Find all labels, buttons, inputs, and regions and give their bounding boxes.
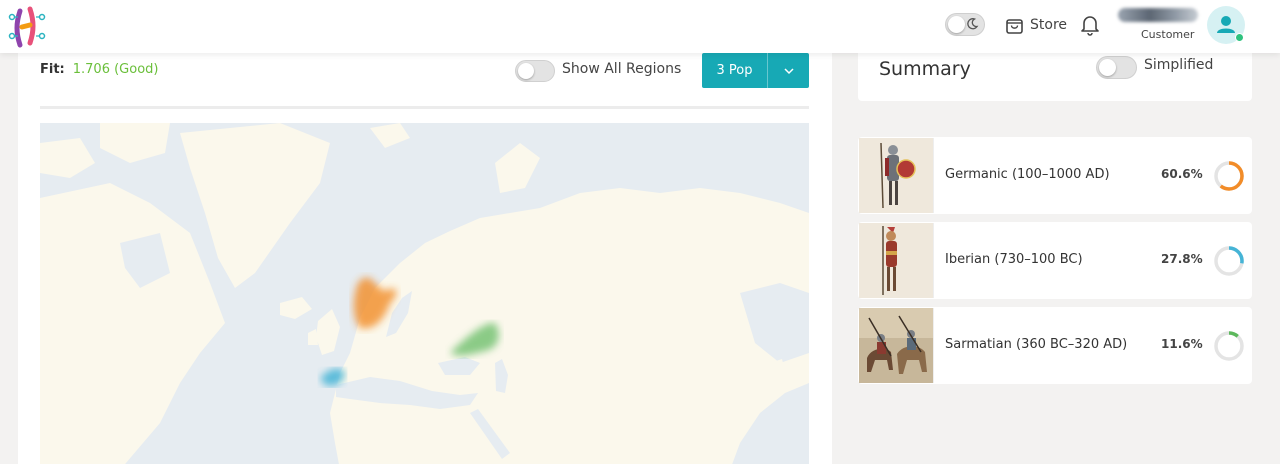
population-name: Iberian (730–100 BC) xyxy=(945,252,1083,267)
show-all-regions-toggle[interactable] xyxy=(515,60,555,82)
landmass-novaya-zemlya xyxy=(495,143,540,193)
top-navbar: Store Customer xyxy=(0,0,1280,53)
landmass-greenland xyxy=(180,123,330,288)
user-role-label: Customer xyxy=(1141,28,1195,41)
dark-mode-toggle[interactable] xyxy=(945,13,985,36)
population-name: Germanic (100–1000 AD) xyxy=(945,167,1110,182)
bell-icon[interactable] xyxy=(1080,14,1100,36)
divider xyxy=(40,106,809,109)
online-status-dot xyxy=(1235,33,1244,42)
user-avatar[interactable] xyxy=(1207,6,1245,44)
simplified-toggle[interactable] xyxy=(1096,56,1137,79)
toggle-knob xyxy=(1099,59,1116,76)
landmass-ireland xyxy=(308,329,318,345)
landmass-iceland xyxy=(280,297,312,319)
iberian-warrior-image xyxy=(859,223,934,298)
landmass-north-america xyxy=(40,183,225,464)
toggle-knob xyxy=(518,63,534,79)
landmass-arctic-islands xyxy=(40,138,95,178)
landmass-eurasia xyxy=(330,188,809,464)
landmass-arctic-islands xyxy=(100,123,170,163)
landmass-svalbard xyxy=(370,123,410,148)
pop-count-label: 3 Pop xyxy=(702,53,768,88)
chevron-down-icon[interactable] xyxy=(768,53,809,88)
landmass-britain xyxy=(316,309,340,355)
percent-donut xyxy=(1214,161,1244,191)
population-percent: 60.6% xyxy=(1161,167,1203,181)
store-link[interactable]: Store xyxy=(1005,14,1067,36)
population-count-dropdown[interactable]: 3 Pop xyxy=(702,53,809,88)
population-percent: 11.6% xyxy=(1161,337,1203,351)
germanic-warrior-image xyxy=(859,138,934,213)
simplified-label: Simplified xyxy=(1144,57,1214,73)
summary-title: Summary xyxy=(879,58,971,80)
ancestry-map[interactable] xyxy=(40,123,809,464)
population-row[interactable]: Germanic (100–1000 AD) 60.6% xyxy=(858,137,1252,214)
fit-value: 1.706 (Good) xyxy=(72,62,159,77)
toggle-knob xyxy=(948,16,965,33)
username-redacted xyxy=(1118,8,1198,22)
show-all-regions-label: Show All Regions xyxy=(562,61,682,77)
shopping-bag-icon xyxy=(1006,19,1023,34)
population-percent: 27.8% xyxy=(1161,252,1203,266)
app-logo-icon[interactable] xyxy=(4,3,50,49)
percent-donut xyxy=(1214,331,1244,361)
moon-icon xyxy=(967,18,979,30)
population-name: Sarmatian (360 BC–320 AD) xyxy=(945,337,1128,352)
population-row[interactable]: Iberian (730–100 BC) 27.8% xyxy=(858,222,1252,299)
results-panel: Fit: 1.706 (Good) Show All Regions 3 Pop xyxy=(18,40,832,464)
sarmatian-cavalry-image xyxy=(859,308,934,383)
fit-score: Fit: 1.706 (Good) xyxy=(40,62,158,77)
store-label: Store xyxy=(1030,17,1068,33)
percent-donut xyxy=(1214,246,1244,276)
population-row[interactable]: Sarmatian (360 BC–320 AD) 11.6% xyxy=(858,307,1252,384)
fit-label: Fit: xyxy=(40,62,65,77)
